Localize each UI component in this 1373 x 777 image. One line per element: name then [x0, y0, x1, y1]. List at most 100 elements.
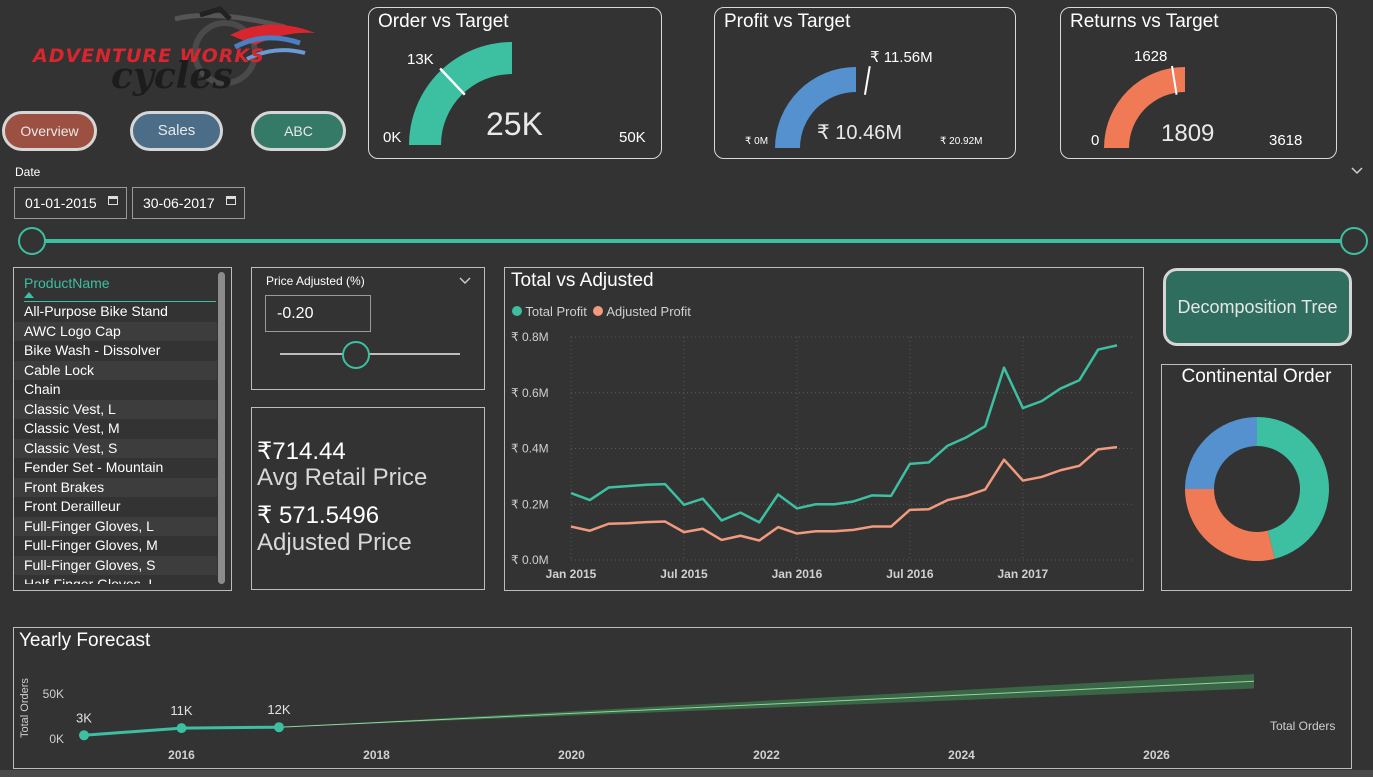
- forecast-band: [279, 674, 1254, 728]
- x-tick-label: Jan 2017: [998, 567, 1049, 581]
- y-tick-label: 0K: [49, 732, 64, 746]
- series-line-adjusted-profit: [570, 445, 1118, 542]
- calendar-icon[interactable]: [226, 196, 236, 205]
- returns-gauge-min: 0: [1091, 132, 1100, 149]
- forecast-line: [278, 680, 1255, 728]
- yearly-forecast-card: Yearly Forecast Total Orders 0K 50K 2016 201…: [13, 627, 1352, 769]
- date-range-handle-start[interactable]: [18, 227, 46, 255]
- y-axis-title: Total Orders: [19, 678, 31, 738]
- list-scrollbar[interactable]: [218, 272, 225, 584]
- list-item[interactable]: Classic Vest, L: [14, 399, 217, 419]
- list-item[interactable]: Classic Vest, S: [14, 438, 217, 458]
- price-adjusted-input[interactable]: -0.20: [265, 295, 371, 332]
- date-end-input[interactable]: 30-06-2017: [132, 187, 245, 219]
- list-item[interactable]: Half-Finger Gloves, L: [14, 575, 217, 584]
- list-item[interactable]: Full-Finger Gloves, M: [14, 536, 217, 556]
- x-tick-label: Jan 2016: [772, 567, 823, 581]
- price-slider-handle[interactable]: [342, 341, 370, 369]
- x-tick-label: 2018: [363, 748, 390, 762]
- date-range-track[interactable]: [30, 239, 1355, 243]
- x-tick-label: 2022: [753, 748, 780, 762]
- y-tick-label: ₹ 0.8M: [511, 330, 549, 344]
- date-filter-label: Date: [15, 165, 41, 179]
- list-item[interactable]: Full-Finger Gloves, S: [14, 555, 217, 575]
- x-tick-label: Jan 2015: [546, 567, 597, 581]
- price-kpi-card: ₹714.44 Avg Retail Price ₹ 571.5496 Adju…: [251, 407, 485, 590]
- x-tick-label: Jul 2015: [660, 567, 708, 581]
- data-point: [79, 730, 89, 741]
- date-start-value: 01-01-2015: [25, 195, 97, 211]
- decomposition-tree-button[interactable]: Decomposition Tree: [1163, 268, 1352, 346]
- brand-logo: ADVENTURE WORKS cycles: [25, 5, 335, 105]
- date-end-value: 30-06-2017: [143, 195, 215, 211]
- forecast-legend-label: Total Orders: [1270, 719, 1336, 733]
- date-range-handle-end[interactable]: [1340, 227, 1368, 255]
- x-tick-label: 2016: [168, 748, 195, 762]
- x-tick-label: 2026: [1143, 748, 1170, 762]
- donut-slice: [1185, 417, 1257, 489]
- date-start-input[interactable]: 01-01-2015: [14, 187, 127, 219]
- list-item[interactable]: AWC Logo Cap: [14, 321, 217, 341]
- sales-button[interactable]: Sales: [130, 111, 223, 151]
- total-vs-adjusted-chart: ₹ 0.0M ₹ 0.2M ₹ 0.4M ₹ 0.6M ₹ 0.8M Jan 2015 Ju…: [511, 330, 1135, 581]
- page-scrollbar[interactable]: [0, 770, 1373, 777]
- list-item[interactable]: Chain: [14, 380, 217, 400]
- y-tick-label: ₹ 0.0M: [511, 553, 549, 567]
- profit-gauge-min: ₹ 0M: [745, 136, 769, 147]
- profit-gauge-value: ₹ 10.46M: [817, 122, 902, 144]
- avg-retail-price-label: Avg Retail Price: [257, 464, 428, 491]
- continental-order-card: Continental Order: [1161, 364, 1352, 591]
- list-item[interactable]: Classic Vest, M: [14, 419, 217, 439]
- list-item[interactable]: Fender Set - Mountain: [14, 458, 217, 478]
- y-tick-label: ₹ 0.6M: [511, 386, 549, 400]
- y-tick-label: ₹ 0.4M: [511, 442, 549, 456]
- price-slider-track[interactable]: [280, 353, 460, 355]
- x-tick-label: Jul 2016: [886, 567, 934, 581]
- series-line-total-profit: [570, 344, 1118, 524]
- brand-line2: cycles: [111, 55, 233, 97]
- chevron-down-icon[interactable]: [1350, 165, 1364, 177]
- list-item[interactable]: Front Derailleur: [14, 497, 217, 517]
- yearly-forecast-chart: Total Orders 0K 50K 2016 2018 2020 2022 2024 202…: [19, 674, 1255, 762]
- product-list: All-Purpose Bike Stand AWC Logo Cap Bike W…: [14, 302, 217, 584]
- profit-gauge-max: ₹ 20.92M: [940, 136, 983, 147]
- list-item[interactable]: All-Purpose Bike Stand: [14, 302, 217, 322]
- product-slicer-header[interactable]: ProductName: [24, 275, 110, 291]
- returns-gauge-max: 3618: [1269, 132, 1303, 149]
- abc-button[interactable]: ABC: [251, 111, 346, 151]
- chevron-down-icon[interactable]: [459, 277, 471, 285]
- continental-order-donut: [1185, 417, 1329, 561]
- list-item[interactable]: Full-Finger Gloves, L: [14, 516, 217, 536]
- adjusted-price-value: ₹ 571.5496: [257, 502, 380, 529]
- order-gauge-target: 13K: [407, 51, 434, 68]
- data-label: 11K: [170, 703, 192, 718]
- order-gauge-max: 50K: [619, 129, 646, 146]
- profit-vs-target-card: Profit vs Target ₹ 11.56M ₹ 10.46M ₹ 0M …: [714, 7, 1016, 159]
- y-tick-label: ₹ 0.2M: [511, 497, 549, 511]
- adjusted-price-label: Adjusted Price: [257, 529, 412, 556]
- list-item[interactable]: Bike Wash - Dissolver: [14, 341, 217, 361]
- total-vs-adjusted-card: Total vs Adjusted Total Profit Adjusted …: [504, 267, 1144, 591]
- price-adjusted-value: -0.20: [277, 305, 314, 322]
- calendar-icon[interactable]: [108, 196, 118, 205]
- order-gauge-min: 0K: [383, 129, 402, 146]
- price-adjusted-label: Price Adjusted (%): [266, 274, 365, 288]
- data-point: [176, 723, 187, 734]
- returns-gauge-value: 1809: [1161, 120, 1215, 147]
- profit-gauge-target: ₹ 11.56M: [870, 49, 933, 66]
- data-point: [274, 722, 284, 733]
- returns-gauge-target: 1628: [1134, 48, 1168, 65]
- order-vs-target-card: Order vs Target 13K 25K 0K 50K: [368, 7, 662, 159]
- x-tick-label: 2024: [948, 748, 975, 762]
- donut-slice: [1185, 489, 1275, 561]
- y-tick-label: 50K: [43, 687, 64, 701]
- product-slicer: ProductName All-Purpose Bike Stand AWC Lo…: [13, 267, 232, 591]
- returns-vs-target-card: Returns vs Target 1628 1809 0 3618: [1060, 7, 1337, 159]
- price-adjusted-card: Price Adjusted (%) -0.20: [251, 267, 485, 390]
- avg-retail-price-value: ₹714.44: [257, 438, 346, 465]
- order-gauge-value: 25K: [486, 106, 543, 142]
- list-item[interactable]: Cable Lock: [14, 360, 217, 380]
- sort-up-icon[interactable]: [24, 292, 34, 298]
- list-item[interactable]: Front Brakes: [14, 477, 217, 497]
- overview-button[interactable]: Overview: [2, 111, 97, 151]
